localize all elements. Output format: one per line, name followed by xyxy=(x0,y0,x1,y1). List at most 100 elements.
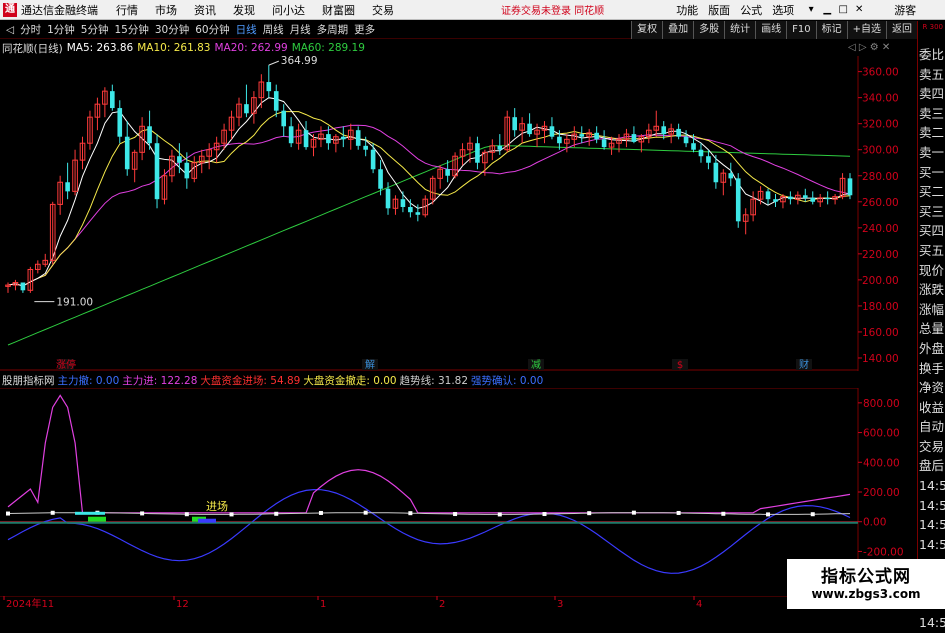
menu-market[interactable]: 市场 xyxy=(155,2,177,18)
watermark-title: 指标公式网 xyxy=(821,567,911,587)
candle-body xyxy=(698,149,704,157)
period-daily[interactable]: 日线 xyxy=(236,22,257,37)
indicator-tick-label: 600.00 xyxy=(863,428,900,440)
candle-body xyxy=(415,212,421,215)
candle-body xyxy=(735,178,741,222)
candle-body xyxy=(266,82,272,92)
candlestick-chart[interactable]: 360.00 340.00 320.00 300.00 280.00 260.00 240.… xyxy=(0,56,917,371)
guest-account[interactable]: 游客 xyxy=(894,2,916,18)
candle-body xyxy=(810,197,816,202)
side-item[interactable]: 换手 xyxy=(918,359,945,379)
side-item[interactable]: 14:56 xyxy=(918,496,945,516)
candle-body xyxy=(825,197,830,200)
indicator-legend: 股朋指标网 主力撤: 0.00 主力进: 122.28 大盘资金进场: 54.8… xyxy=(2,373,546,388)
side-item[interactable]: 自动 xyxy=(918,417,945,437)
btn-restore-rights[interactable]: 复权 xyxy=(631,21,663,39)
period-1min[interactable]: 1分钟 xyxy=(47,22,75,37)
candle-body xyxy=(124,136,130,170)
period-more[interactable]: 更多 xyxy=(354,22,375,37)
btn-multi-stock[interactable]: 多股 xyxy=(693,21,725,39)
btn-draw-line[interactable]: 画线 xyxy=(755,21,787,39)
candle-body xyxy=(773,199,778,202)
candle-body xyxy=(601,139,607,148)
side-item[interactable]: 卖三 xyxy=(918,104,945,124)
stock-name: 同花顺(日线) xyxy=(2,42,63,55)
period-15min[interactable]: 15分钟 xyxy=(114,22,148,37)
time-axis-bg xyxy=(0,596,917,609)
side-item[interactable]: 卖二 xyxy=(918,123,945,143)
side-item[interactable]: 卖四 xyxy=(918,84,945,104)
indicator-tick-label: 800.00 xyxy=(863,398,900,410)
trend-dot xyxy=(6,511,10,516)
side-item[interactable]: 卖一 xyxy=(918,143,945,163)
period-5min[interactable]: 5分钟 xyxy=(81,22,109,37)
btn-return[interactable]: 返回 xyxy=(886,21,917,39)
menu-ask[interactable]: 问小达 xyxy=(272,2,305,18)
candle-body xyxy=(154,143,160,200)
menu-options[interactable]: 选项 xyxy=(772,2,794,18)
period-intraday[interactable]: 分时 xyxy=(20,22,41,37)
candle-body xyxy=(445,169,450,176)
side-item[interactable]: 涨跌 xyxy=(918,280,945,300)
price-tick-label: 180.00 xyxy=(862,301,899,313)
price-tick-label: 280.00 xyxy=(862,171,899,183)
menu-wealth[interactable]: 财富圈 xyxy=(322,2,355,18)
btn-statistics[interactable]: 统计 xyxy=(724,21,756,39)
minimize-icon[interactable]: ▁ xyxy=(820,4,834,15)
side-item[interactable]: 买一 xyxy=(918,163,945,183)
side-item[interactable]: 买二 xyxy=(918,182,945,202)
indicator-chart[interactable]: 800.00600.00400.00200.000.00-200.00-400.… xyxy=(0,388,917,596)
menu-quotes[interactable]: 行情 xyxy=(116,2,138,18)
menu-down-icon[interactable]: ▾ xyxy=(804,4,818,15)
menu-news[interactable]: 资讯 xyxy=(194,2,216,18)
side-item[interactable]: 净资 xyxy=(918,378,945,398)
period-monthly[interactable]: 月线 xyxy=(290,22,311,37)
price-tick-label: 240.00 xyxy=(862,223,899,235)
side-item[interactable]: 卖五 xyxy=(918,65,945,85)
price-tick-label: 340.00 xyxy=(862,93,899,105)
trend-dot xyxy=(318,510,323,515)
side-item[interactable]: 总量 xyxy=(918,319,945,339)
side-item[interactable]: 买五 xyxy=(918,241,945,261)
side-item[interactable]: 委比 xyxy=(918,45,945,65)
side-item[interactable]: 外盘 xyxy=(918,339,945,359)
side-item[interactable]: 14:56 xyxy=(918,515,945,535)
side-item[interactable]: 现价 xyxy=(918,261,945,281)
menu-layout[interactable]: 版面 xyxy=(708,2,730,18)
back-icon[interactable]: ◁ xyxy=(6,24,14,36)
menu-discover[interactable]: 发现 xyxy=(233,2,255,18)
candle-body xyxy=(527,123,532,135)
price-tick-label: 320.00 xyxy=(862,119,899,131)
btn-add-watchlist[interactable]: +自选 xyxy=(846,21,886,39)
side-item[interactable]: 买三 xyxy=(918,202,945,222)
period-weekly[interactable]: 周线 xyxy=(263,22,284,37)
period-60min[interactable]: 60分钟 xyxy=(195,22,229,37)
maximize-icon[interactable]: □ xyxy=(836,4,850,15)
side-item[interactable]: 14:56 xyxy=(918,535,945,555)
menu-function[interactable]: 功能 xyxy=(676,2,698,18)
candle-body xyxy=(691,143,696,150)
side-item[interactable]: 交易 xyxy=(918,437,945,457)
period-multi[interactable]: 多周期 xyxy=(317,22,349,37)
indicator-tick-label: -200.00 xyxy=(863,546,904,558)
btn-overlay[interactable]: 叠加 xyxy=(662,21,694,39)
side-item[interactable]: 收益 xyxy=(918,398,945,418)
btn-mark[interactable]: 标记 xyxy=(815,21,847,39)
period-toolbar: ◁ 分时 1分钟 5分钟 15分钟 30分钟 60分钟 日线 周线 月线 多周期… xyxy=(0,21,917,39)
btn-f10[interactable]: F10 xyxy=(786,21,816,39)
side-item[interactable]: 盘后 xyxy=(918,456,945,476)
close-icon[interactable]: ✕ xyxy=(852,4,866,15)
chart-tools-icons[interactable]: ◁ ▷ ⚙ ✕ xyxy=(848,42,890,53)
menu-trade[interactable]: 交易 xyxy=(372,2,394,18)
login-notice[interactable]: 证券交易未登录 同花顺 xyxy=(501,2,604,17)
side-item[interactable]: 14:56 xyxy=(918,613,945,633)
candle-body xyxy=(676,128,681,137)
candle-body xyxy=(340,136,346,140)
menu-formula[interactable]: 公式 xyxy=(740,2,762,18)
side-item[interactable]: 涨幅 xyxy=(918,300,945,320)
side-item[interactable]: 买四 xyxy=(918,221,945,241)
ma10-value: MA10: 261.83 xyxy=(137,42,211,54)
period-30min[interactable]: 30分钟 xyxy=(155,22,189,37)
indicator-tick-label: 0.00 xyxy=(863,517,886,529)
side-item[interactable]: 14:56 xyxy=(918,476,945,496)
